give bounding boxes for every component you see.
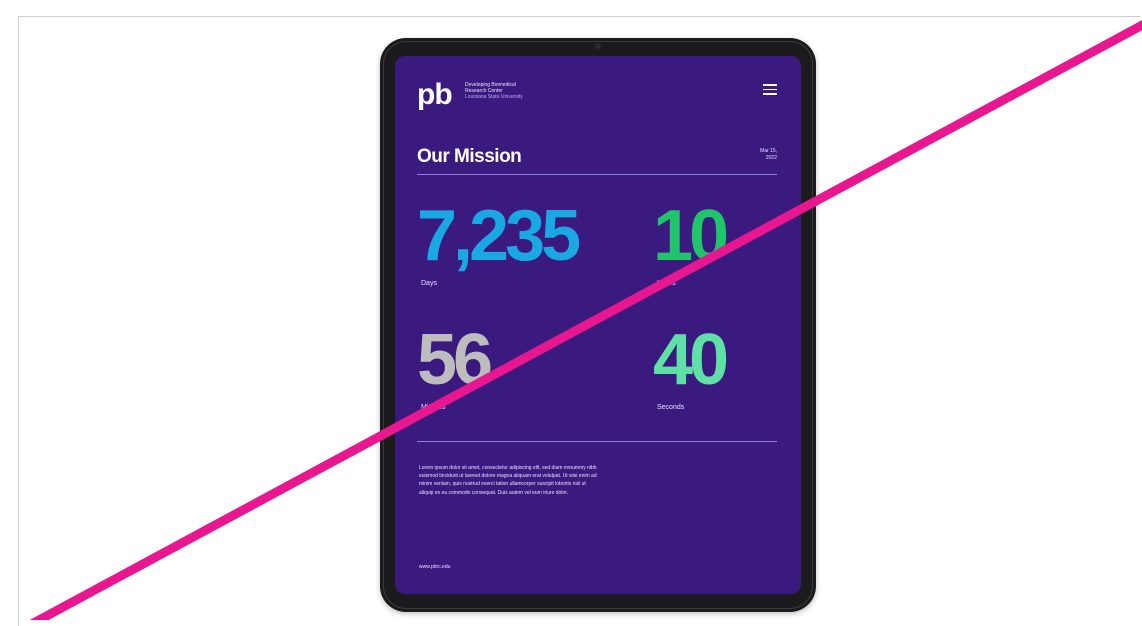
stat-minutes-label: Minutes: [421, 404, 446, 411]
divider: [417, 174, 777, 175]
divider: [417, 441, 777, 442]
tablet-screen: pb Developing Biomedical Research Center…: [395, 56, 801, 594]
brand-logo[interactable]: pb: [417, 80, 453, 110]
camera-icon: [595, 43, 601, 49]
stat-days-label: Days: [421, 280, 437, 287]
mission-paragraph: Lorem ipsum dolor sit amet, consectetur …: [419, 465, 597, 496]
stat-seconds-value: 40: [653, 320, 729, 400]
stat-seconds-label: Seconds: [657, 404, 685, 411]
org-name-line3: Louisiana State University: [465, 94, 523, 100]
footer-link[interactable]: www.pbrc.edu: [419, 564, 450, 570]
date-line2: 2022: [765, 155, 777, 161]
date-stamp: Mar 15, 2022: [760, 148, 777, 162]
org-name: Developing Biomedical Research Center Lo…: [465, 82, 555, 100]
stat-minutes-value: 56: [417, 320, 493, 400]
stat-days-value: 7,235: [417, 196, 581, 276]
tablet-device: pb Developing Biomedical Research Center…: [380, 38, 816, 612]
hamburger-menu-icon[interactable]: [763, 84, 777, 95]
date-line1: Mar 15,: [760, 148, 777, 154]
stat-hours-value: 10: [653, 196, 729, 276]
page-title: Our Mission: [417, 146, 522, 167]
stat-hours-label: Hours: [657, 280, 676, 287]
